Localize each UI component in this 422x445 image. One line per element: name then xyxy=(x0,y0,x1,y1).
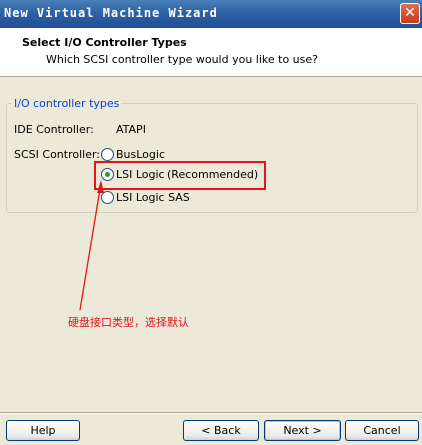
annotation-text: 硬盘接口类型，选择默认 xyxy=(68,316,189,329)
cancel-button[interactable]: Cancel xyxy=(345,420,419,441)
next-button[interactable]: Next > xyxy=(264,420,341,441)
annotation-arrow xyxy=(79,180,104,311)
footer-divider xyxy=(0,412,422,414)
help-button[interactable]: Help xyxy=(6,420,80,441)
back-button[interactable]: < Back xyxy=(183,420,259,441)
